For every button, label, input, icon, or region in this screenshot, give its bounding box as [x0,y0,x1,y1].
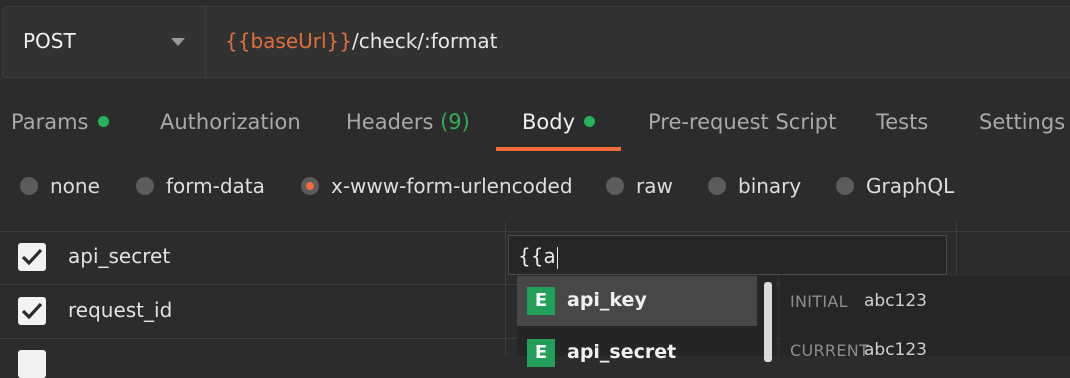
initial-value: abc123 [864,291,928,311]
tab-params[interactable]: Params [11,110,109,134]
check-icon [21,302,43,320]
url-input[interactable]: {{baseUrl}}/check/:format [225,29,498,53]
row-checkbox[interactable] [18,350,46,378]
headers-count: (9) [440,110,470,134]
chevron-down-icon [171,38,185,46]
value-input[interactable]: {{a [508,235,947,275]
radio-raw[interactable]: raw [606,174,673,198]
value-input-text: {{a [518,244,556,268]
tab-tests-label: Tests [876,110,929,134]
environment-badge-icon: E [527,339,555,367]
column-divider [505,222,506,356]
radio-none[interactable]: none [20,174,100,198]
tab-headers[interactable]: Headers (9) [346,110,470,134]
row-key[interactable]: api_secret [68,244,170,268]
autocomplete-item[interactable]: E api_secret [517,328,757,378]
tab-tests[interactable]: Tests [876,110,928,134]
environment-badge-icon: E [527,287,555,315]
autocomplete-dropdown: E api_key E api_secret [517,276,777,367]
radio-form-data-label: form-data [166,174,265,198]
table-divider [0,231,1070,232]
radio-circle-icon [136,176,154,195]
radio-graphql-label: GraphQL [866,174,955,198]
autocomplete-item-name: api_key [567,289,647,311]
current-label: CURRENT [790,341,870,360]
url-variable: {{baseUrl}} [225,29,352,53]
radio-circle-icon [20,176,38,195]
row-checkbox[interactable] [18,243,46,271]
text-caret [556,246,558,269]
radio-circle-icon [708,176,726,195]
radio-binary[interactable]: binary [708,174,801,198]
method-select[interactable]: POST [3,7,206,77]
radio-circle-icon [836,176,854,195]
tab-prerequest-label: Pre-request Script [648,110,837,134]
tab-authorization[interactable]: Authorization [160,110,301,134]
method-label: POST [23,29,76,53]
check-icon [21,248,43,266]
radio-graphql[interactable]: GraphQL [836,174,954,198]
autocomplete-item[interactable]: E api_key [517,276,757,326]
status-dot-icon [584,115,596,127]
radio-urlencoded-label: x-www-form-urlencoded [331,174,573,198]
status-dot-icon [97,115,109,127]
tab-settings-label: Settings [979,110,1066,134]
variable-preview: INITIAL abc123 CURRENT abc123 [780,276,1070,360]
radio-form-data[interactable]: form-data [136,174,265,198]
initial-label: INITIAL [790,292,848,311]
current-value: abc123 [864,340,928,360]
autocomplete-item-name: api_secret [567,341,677,363]
tab-settings[interactable]: Settings [979,110,1065,134]
url-path: /check/:format [352,29,498,53]
radio-none-label: none [50,174,100,198]
tab-authorization-label: Authorization [160,110,301,134]
radio-raw-label: raw [636,174,673,198]
radio-urlencoded[interactable]: x-www-form-urlencoded [301,174,573,198]
request-bar: POST {{baseUrl}}/check/:format [2,6,1070,78]
tab-params-label: Params [11,110,89,134]
radio-circle-icon [606,176,624,195]
radio-selected-icon [301,176,319,195]
row-checkbox[interactable] [18,297,46,325]
tab-body[interactable]: Body [522,110,596,134]
tab-prerequest-script[interactable]: Pre-request Script [648,110,836,134]
row-key[interactable]: request_id [68,298,172,322]
autocomplete-scrollbar[interactable] [764,282,772,362]
tab-body-label: Body [522,110,576,134]
tab-headers-label: Headers [346,110,434,134]
radio-binary-label: binary [738,174,802,198]
active-tab-indicator [496,147,621,151]
